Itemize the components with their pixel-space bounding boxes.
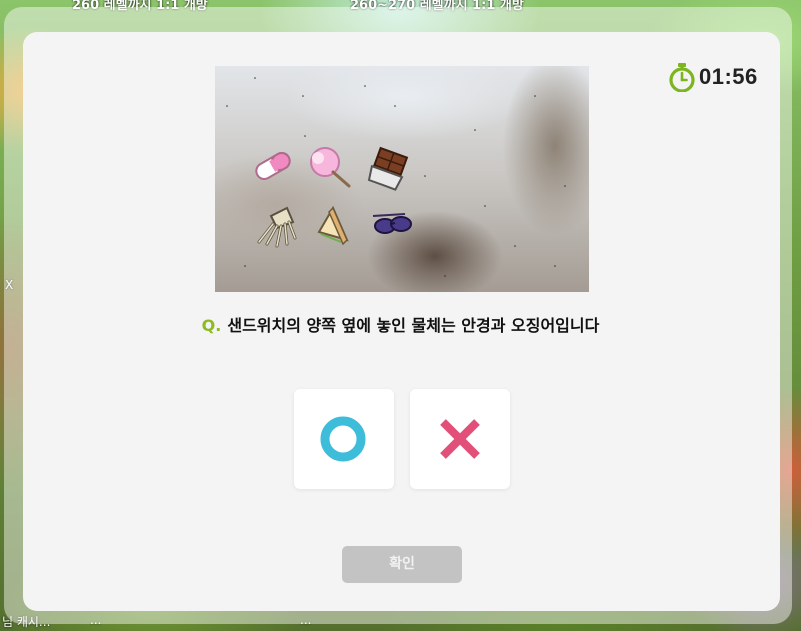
circle-o-icon	[320, 416, 366, 462]
sandwich-item	[317, 205, 349, 246]
answer-o-button[interactable]	[294, 389, 394, 489]
question: Q. 샌드위치의 양쪽 옆에 놓인 물체는 안경과 오징어입니다	[0, 312, 801, 336]
quiz-image	[215, 66, 589, 292]
answer-x-button[interactable]	[410, 389, 510, 489]
question-prefix: Q.	[201, 316, 222, 335]
quiz-image-items	[226, 77, 566, 277]
timer-value: 01:56	[699, 64, 758, 89]
chocolate-bar-item	[367, 146, 409, 191]
pill-item	[255, 152, 291, 180]
squid-item	[257, 206, 297, 248]
question-text: 샌드위치의 양쪽 옆에 놓인 물체는 안경과 오징어입니다	[227, 316, 600, 335]
sunglasses-item	[372, 213, 412, 234]
cotton-candy-item	[310, 147, 351, 188]
cross-x-icon	[440, 419, 480, 459]
timer: 01:56	[668, 62, 758, 92]
confirm-button[interactable]: 확인	[342, 546, 462, 583]
stopwatch-icon	[669, 63, 695, 92]
